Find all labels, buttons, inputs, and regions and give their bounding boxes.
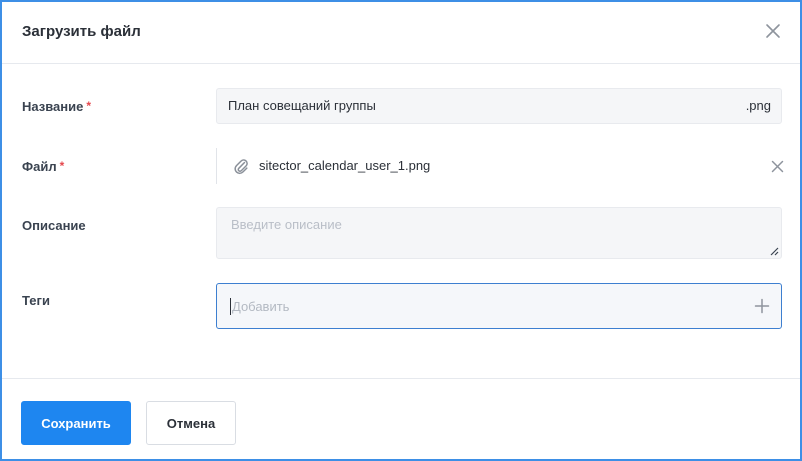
dialog-header: Загрузить файл bbox=[2, 2, 800, 64]
close-icon bbox=[766, 24, 780, 38]
description-placeholder: Введите описание bbox=[231, 217, 342, 232]
description-textarea[interactable]: Введите описание bbox=[216, 207, 782, 259]
upload-file-dialog: Загрузить файл Название * План совещаний … bbox=[0, 0, 802, 461]
remove-file-button[interactable] bbox=[771, 160, 784, 173]
dialog-title: Загрузить файл bbox=[22, 23, 141, 40]
footer-divider bbox=[2, 378, 800, 379]
divider bbox=[216, 148, 217, 184]
required-mark: * bbox=[86, 99, 92, 113]
required-mark: * bbox=[59, 159, 65, 173]
file-label-text: Файл bbox=[22, 159, 57, 174]
name-label: Название * bbox=[22, 99, 91, 114]
tags-label: Теги bbox=[22, 293, 50, 308]
cancel-button[interactable]: Отмена bbox=[146, 401, 236, 445]
name-input[interactable]: План совещаний группы .png bbox=[216, 88, 782, 124]
name-label-text: Название bbox=[22, 99, 84, 114]
file-name: sitector_calendar_user_1.png bbox=[259, 158, 431, 173]
tags-input[interactable]: Добавить bbox=[216, 283, 782, 329]
save-button[interactable]: Сохранить bbox=[21, 401, 131, 445]
plus-icon[interactable] bbox=[754, 298, 770, 314]
attached-file: sitector_calendar_user_1.png bbox=[216, 148, 784, 184]
file-extension: .png bbox=[745, 98, 771, 113]
text-caret bbox=[230, 298, 231, 315]
close-dialog-button[interactable] bbox=[765, 23, 781, 39]
tags-placeholder: Добавить bbox=[232, 299, 290, 314]
name-input-value: План совещаний группы bbox=[228, 98, 376, 113]
file-label: Файл * bbox=[22, 159, 64, 174]
resize-handle-icon[interactable] bbox=[769, 246, 779, 256]
paperclip-icon bbox=[234, 159, 248, 175]
description-label: Описание bbox=[22, 218, 86, 233]
